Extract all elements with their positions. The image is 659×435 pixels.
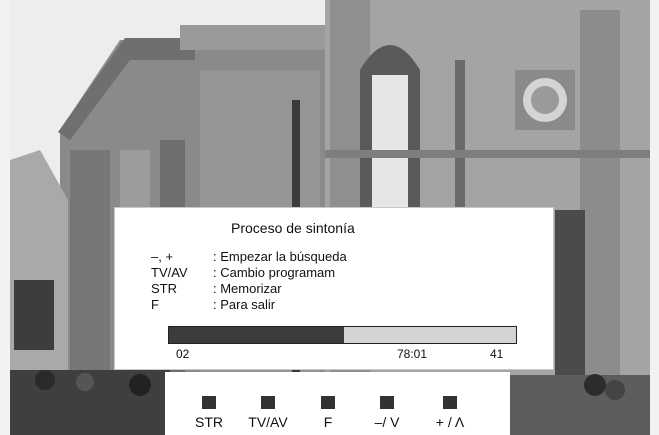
button-square-icon <box>321 396 335 409</box>
button-label: TV/AV <box>248 414 288 430</box>
instruction-row: F : Para salir <box>151 297 347 313</box>
tv-screen: Proceso de sintonía –, + : Empezar la bú… <box>0 0 659 435</box>
screen-border-left <box>0 0 10 435</box>
tuning-progress-fill <box>169 327 345 343</box>
frequency-readout: 78:01 <box>397 347 428 361</box>
tuning-dialog: Proceso de sintonía –, + : Empezar la bú… <box>114 207 554 370</box>
instruction-row: –, + : Empezar la búsqueda <box>151 249 347 265</box>
instruction-key: –, + <box>151 249 174 264</box>
button-square-icon <box>380 396 394 409</box>
str-button[interactable]: STR <box>181 396 237 430</box>
remote-button-legend: STR TV/AV F –/ V + / Λ <box>165 372 510 435</box>
instruction-list: –, + : Empezar la búsqueda TV/AV : Cambi… <box>151 249 347 313</box>
button-square-icon <box>202 396 216 409</box>
tv-av-button[interactable]: TV/AV <box>240 396 296 430</box>
screen-border-right <box>650 0 659 435</box>
instruction-desc: : Para salir <box>213 297 276 312</box>
button-square-icon <box>443 396 457 409</box>
dialog-title: Proceso de sintonía <box>231 220 355 236</box>
instruction-key: STR <box>151 281 177 296</box>
plus-up-button[interactable]: + / Λ <box>422 396 478 430</box>
instruction-row: STR : Memorizar <box>151 281 347 297</box>
minus-down-button[interactable]: –/ V <box>359 396 415 430</box>
button-label: F <box>323 414 333 430</box>
f-button[interactable]: F <box>300 396 356 430</box>
instruction-desc: : Memorizar <box>213 281 282 296</box>
instruction-key: TV/AV <box>151 265 188 280</box>
instruction-desc: : Empezar la búsqueda <box>213 249 347 264</box>
button-square-icon <box>261 396 275 409</box>
instruction-desc: : Cambio programam <box>213 265 336 280</box>
channel-number: 02 <box>176 347 190 361</box>
program-number: 41 <box>490 347 504 361</box>
tuning-progress-bar <box>168 326 517 344</box>
button-label: + / Λ <box>435 414 465 430</box>
button-label: –/ V <box>374 414 400 430</box>
button-label: STR <box>195 414 223 430</box>
instruction-key: F <box>151 297 159 312</box>
instruction-row: TV/AV : Cambio programam <box>151 265 347 281</box>
